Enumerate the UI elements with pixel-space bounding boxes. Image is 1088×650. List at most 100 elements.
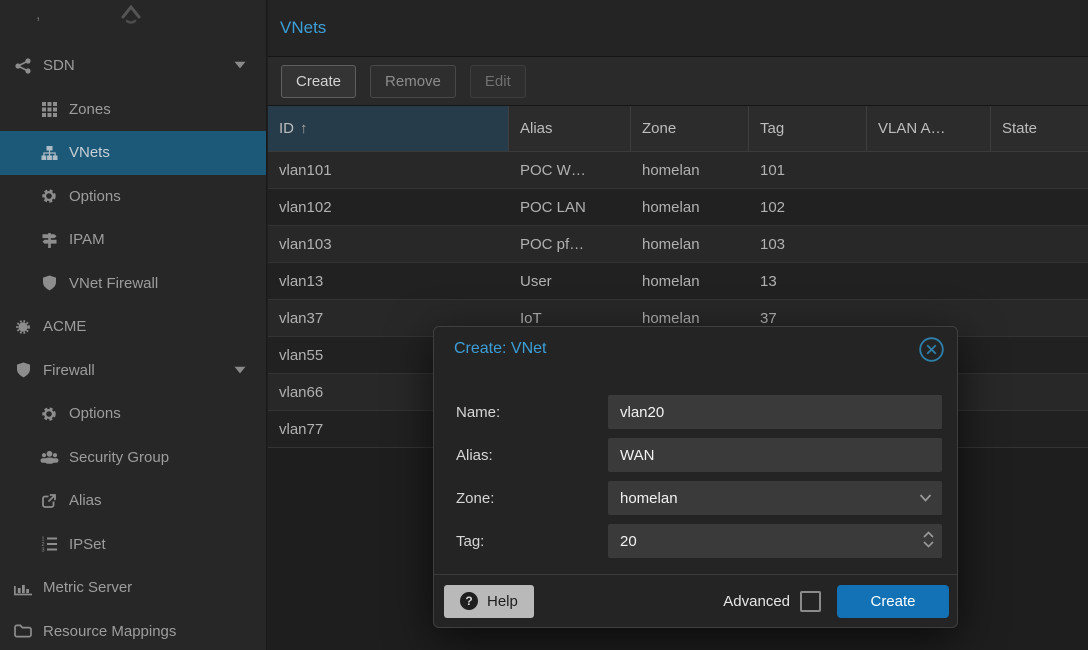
sidebar-item-vnets[interactable]: VNets xyxy=(0,131,266,175)
close-icon[interactable] xyxy=(918,336,945,363)
name-value: vlan20 xyxy=(620,404,664,421)
sidebar-item-label: Options xyxy=(69,188,121,205)
cell-zone: homelan xyxy=(631,236,749,253)
zone-select[interactable]: homelan xyxy=(608,481,942,515)
name-field-row: Name:vlan20 xyxy=(456,395,942,429)
cell-zone: homelan xyxy=(631,273,749,290)
cell-id: vlan101 xyxy=(268,162,509,179)
spinner-buttons[interactable] xyxy=(923,531,934,548)
sidebar-item-label: VNets xyxy=(69,144,110,161)
spinner-up-icon[interactable] xyxy=(923,531,934,538)
alias-input[interactable]: WAN xyxy=(608,438,942,472)
create-button[interactable]: Create xyxy=(281,65,356,98)
alias-value: WAN xyxy=(620,447,654,464)
dialog-footer: ? Help Advanced Create xyxy=(434,574,957,627)
name-input[interactable]: vlan20 xyxy=(608,395,942,429)
folder-icon xyxy=(12,623,34,640)
caret-down-icon xyxy=(234,366,246,374)
column-header-state[interactable]: State xyxy=(991,106,1088,151)
column-header-id[interactable]: ID↑ xyxy=(268,106,509,151)
cell-zone: homelan xyxy=(631,199,749,216)
dialog-body: Name:vlan20 Alias: WAN Zone: homelan Tag: 20 xyxy=(434,371,957,558)
sidebar-item-label: IPAM xyxy=(69,231,105,248)
column-header-label: ID xyxy=(279,120,294,137)
sidebar-item-metric-server[interactable]: Metric Server xyxy=(0,566,266,610)
alias-field-label: Alias: xyxy=(456,447,608,464)
sidebar-item-sdn-options[interactable]: Options xyxy=(0,175,266,219)
sidebar-item-label: VNet Firewall xyxy=(69,275,158,292)
shield-icon xyxy=(12,362,34,379)
help-button[interactable]: ? Help xyxy=(444,585,534,618)
caret-down-icon xyxy=(234,61,246,69)
cell-alias: IoT xyxy=(509,310,631,327)
panel-header: VNets xyxy=(268,0,1088,57)
cell-alias: POC pf… xyxy=(509,236,631,253)
cell-tag: 102 xyxy=(749,199,867,216)
advanced-checkbox[interactable] xyxy=(800,591,821,612)
spinner-down-icon[interactable] xyxy=(923,541,934,548)
column-header-zone[interactable]: Zone xyxy=(631,106,749,151)
table-header-row: ID↑ Alias Zone TagVLAN A… State xyxy=(268,106,1088,152)
tag-spinner[interactable]: 20 xyxy=(608,524,942,558)
zone-field-label: Zone: xyxy=(456,490,608,507)
table-row-vlan13[interactable]: vlan13Userhomelan13 xyxy=(268,263,1088,300)
cell-id: vlan102 xyxy=(268,199,509,216)
cell-id: vlan103 xyxy=(268,236,509,253)
help-button-label: Help xyxy=(487,593,518,610)
sidebar-scroll-hint: , xyxy=(0,0,266,44)
chevron-down-icon xyxy=(919,494,932,502)
tag-value: 20 xyxy=(620,533,637,550)
gear-icon xyxy=(38,405,60,422)
tag-field-label: Tag: xyxy=(456,533,608,550)
tag-field-row: Tag: 20 xyxy=(456,524,942,558)
column-header-label: State xyxy=(1002,120,1037,137)
dialog-title: Create: VNet xyxy=(454,340,918,358)
certificate-icon xyxy=(12,318,34,335)
column-header-label: Zone xyxy=(642,120,676,137)
cell-zone: homelan xyxy=(631,310,749,327)
column-header-vlan-a-[interactable]: VLAN A… xyxy=(867,106,991,151)
zone-value: homelan xyxy=(620,490,678,507)
dialog-create-button[interactable]: Create xyxy=(837,585,949,618)
sidebar-item-label: Alias xyxy=(69,492,102,509)
sidebar-item-security-group[interactable]: Security Group xyxy=(0,436,266,480)
sidebar-item-sdn[interactable]: SDN xyxy=(0,44,266,88)
sidebar-item-ipam[interactable]: IPAM xyxy=(0,218,266,262)
sitemap-icon xyxy=(38,144,60,161)
sidebar-item-vnet-firewall[interactable]: VNet Firewall xyxy=(0,262,266,306)
sidebar-item-label: Options xyxy=(69,405,121,422)
sidebar-item-label: Resource Mappings xyxy=(43,623,176,640)
sidebar-item-alias[interactable]: Alias xyxy=(0,479,266,523)
table-row-vlan102[interactable]: vlan102POC LANhomelan102 xyxy=(268,189,1088,226)
sidebar-item-firewall[interactable]: Firewall xyxy=(0,349,266,393)
table-row-vlan103[interactable]: vlan103POC pf…homelan103 xyxy=(268,226,1088,263)
page-title: VNets xyxy=(280,18,326,38)
sidebar-item-ipset[interactable]: 123IPSet xyxy=(0,523,266,567)
advanced-label: Advanced xyxy=(723,593,790,610)
zone-field-row: Zone: homelan xyxy=(456,481,942,515)
question-circle-icon: ? xyxy=(460,592,478,610)
cell-id: vlan37 xyxy=(268,310,509,327)
cell-zone: homelan xyxy=(631,162,749,179)
sidebar-item-label: Firewall xyxy=(43,362,95,379)
shield-icon xyxy=(38,275,60,292)
cell-alias: User xyxy=(509,273,631,290)
edit-button[interactable]: Edit xyxy=(470,65,526,98)
remove-button[interactable]: Remove xyxy=(370,65,456,98)
sidebar-item-firewall-options[interactable]: Options xyxy=(0,392,266,436)
table-row-vlan101[interactable]: vlan101POC W…homelan101 xyxy=(268,152,1088,189)
toolbar: Create Remove Edit xyxy=(268,57,1088,106)
sidebar-item-label: Zones xyxy=(69,101,111,118)
column-header-label: Alias xyxy=(520,120,553,137)
list-ol-icon: 123 xyxy=(38,536,60,553)
sidebar-item-acme[interactable]: ACME xyxy=(0,305,266,349)
users-icon xyxy=(38,449,60,466)
sidebar-item-label: ACME xyxy=(43,318,86,335)
column-header-alias[interactable]: Alias xyxy=(509,106,631,151)
sidebar-item-resource-mappings[interactable]: Resource Mappings xyxy=(0,610,266,650)
sidebar-item-zones[interactable]: Zones xyxy=(0,88,266,132)
column-header-tag[interactable]: Tag xyxy=(749,106,867,151)
gear-icon xyxy=(38,188,60,205)
sidebar-item-label: Metric Server xyxy=(43,579,132,596)
alias-field-row: Alias: WAN xyxy=(456,438,942,472)
